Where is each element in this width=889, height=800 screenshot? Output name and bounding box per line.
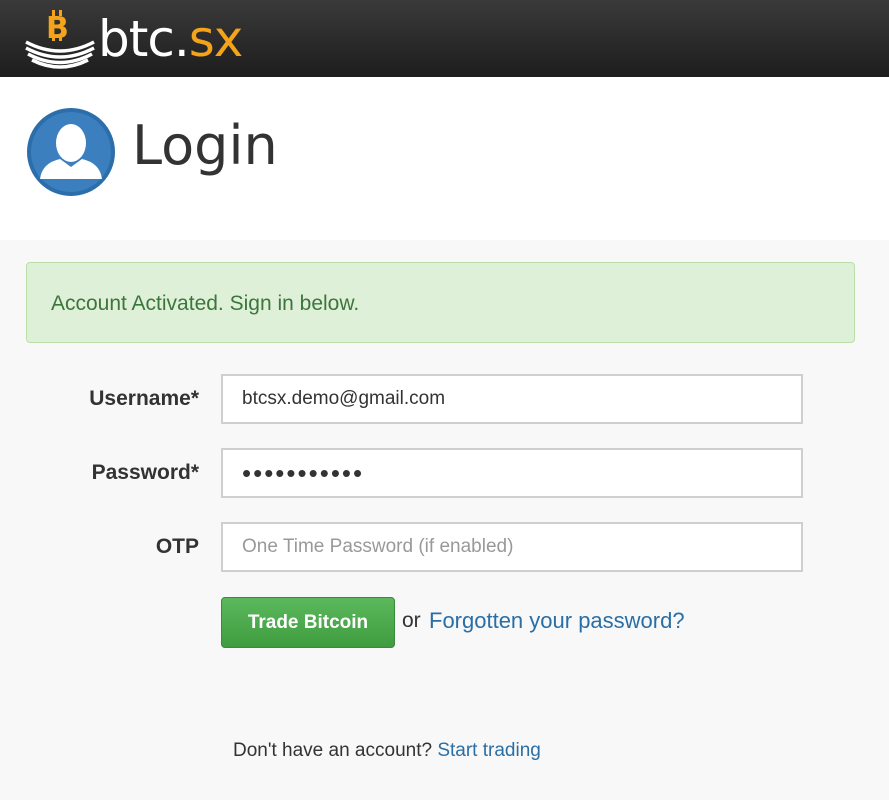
- otp-label: OTP: [155, 535, 199, 558]
- user-avatar-icon: [27, 108, 115, 196]
- username-input[interactable]: [221, 374, 803, 424]
- forgot-password-link[interactable]: Forgotten your password?: [429, 608, 685, 634]
- logo-wordmark: btc.sx: [98, 8, 244, 70]
- logo-text-dot: .: [173, 10, 190, 68]
- password-label: Password*: [91, 461, 199, 484]
- logo-text-btc: btc: [98, 10, 175, 68]
- site-logo[interactable]: B btc.sx: [24, 8, 244, 70]
- start-trading-link[interactable]: Start trading: [437, 740, 541, 761]
- page-title: Login: [132, 114, 278, 177]
- bitcoin-coins-icon: B: [25, 10, 95, 69]
- signup-prompt-text: Don't have an account?: [233, 740, 433, 761]
- alert-message: Account Activated. Sign in below.: [51, 292, 360, 315]
- logo-text-sx: sx: [188, 10, 244, 68]
- signup-prompt: Don't have an account? Start trading: [233, 739, 541, 763]
- page-header: Login: [0, 77, 889, 240]
- or-separator: or: [402, 609, 421, 632]
- top-nav-bar: B btc.sx: [0, 0, 889, 77]
- username-label: Username*: [89, 387, 199, 410]
- success-alert: Account Activated. Sign in below.: [26, 262, 855, 343]
- otp-input[interactable]: [221, 522, 803, 572]
- svg-text:B: B: [46, 11, 69, 46]
- password-input[interactable]: [221, 448, 803, 498]
- trade-bitcoin-button[interactable]: Trade Bitcoin: [221, 597, 395, 648]
